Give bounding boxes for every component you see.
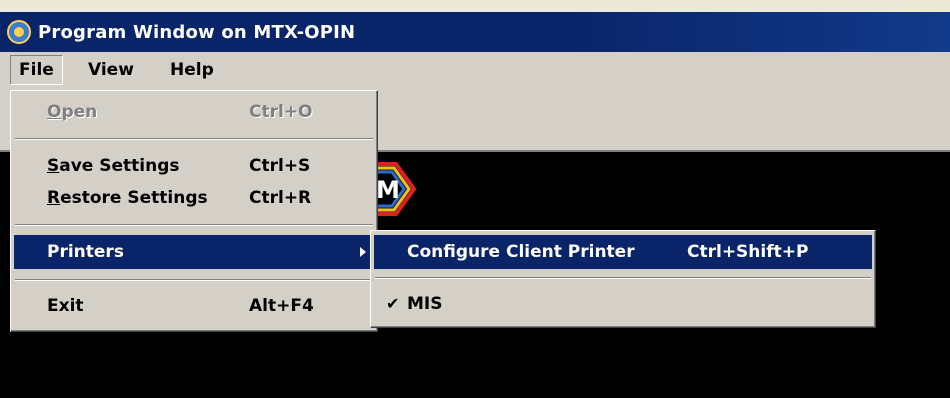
menu-item-exit-label: Exit: [47, 296, 84, 316]
checkmark-icon: ✔: [386, 294, 400, 313]
menu-item-exit[interactable]: Exit Alt+F4: [14, 289, 374, 323]
menu-item-configure-client-printer[interactable]: Configure Client Printer Ctrl+Shift+P: [374, 235, 872, 269]
menu-item-save-settings-label: Save Settings: [47, 156, 180, 176]
menu-separator: [375, 277, 871, 279]
menu-separator: [15, 279, 373, 281]
menu-file-label: File: [19, 60, 54, 80]
menu-item-open-label: Open: [47, 102, 98, 122]
menu-item-configure-label: Configure Client Printer: [407, 242, 635, 262]
menu-item-restore-settings[interactable]: Restore Settings Ctrl+R: [14, 181, 374, 215]
menu-item-configure-shortcut: Ctrl+Shift+P: [687, 242, 809, 262]
menu-item-open-shortcut: Ctrl+O: [249, 102, 313, 122]
app-logo-letter: M: [376, 176, 400, 204]
menu-item-printers[interactable]: Printers: [14, 235, 374, 269]
desktop-strip: [0, 0, 950, 12]
menu-item-printers-label: Printers: [47, 242, 124, 262]
printers-submenu: Configure Client Printer Ctrl+Shift+P ✔ …: [370, 230, 876, 328]
menu-item-save-settings[interactable]: Save Settings Ctrl+S: [14, 149, 374, 183]
title-bar: Program Window on MTX-OPIN: [0, 12, 950, 52]
menu-file[interactable]: File: [10, 55, 63, 85]
menu-separator: [15, 224, 373, 226]
menu-item-restore-settings-label: Restore Settings: [47, 188, 208, 208]
window-title: Program Window on MTX-OPIN: [38, 21, 356, 43]
menu-item-open[interactable]: Open Ctrl+O: [14, 95, 374, 129]
menu-help[interactable]: Help: [162, 55, 222, 85]
menu-item-mis[interactable]: ✔ MIS: [374, 287, 872, 321]
menu-item-save-settings-shortcut: Ctrl+S: [249, 156, 311, 176]
menu-help-label: Help: [170, 60, 214, 80]
menu-item-restore-settings-shortcut: Ctrl+R: [249, 188, 312, 208]
menu-item-exit-shortcut: Alt+F4: [249, 296, 314, 316]
menu-separator: [15, 138, 373, 140]
submenu-arrow-icon: [360, 247, 366, 257]
menu-bar: File View Help: [0, 52, 950, 88]
menu-view-label: View: [88, 60, 134, 80]
menu-view[interactable]: View: [80, 55, 142, 85]
menu-item-mis-label: MIS: [407, 294, 443, 314]
file-menu: Open Ctrl+O Save Settings Ctrl+S Restore…: [10, 90, 378, 332]
app-icon: [7, 20, 31, 44]
